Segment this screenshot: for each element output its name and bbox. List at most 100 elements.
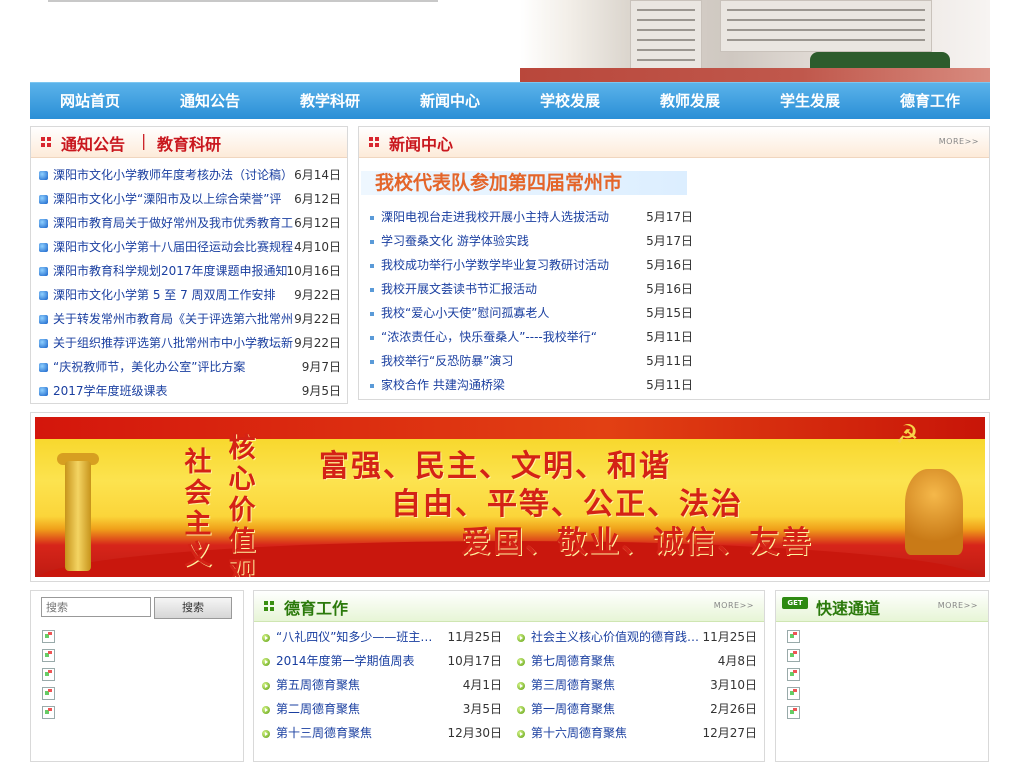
broken-image-icon[interactable] [786, 705, 800, 719]
notice-item[interactable]: 溧阳市教育科学规划2017年度课题申报通知 10月16日 [31, 259, 347, 283]
nav-notices[interactable]: 通知公告 [150, 83, 270, 119]
moral-link[interactable]: 第七周德育聚焦 [531, 649, 701, 673]
banner-vertical-char: 主 [184, 509, 212, 540]
banner-vertical-char: 社 [184, 447, 212, 478]
news-link[interactable]: 学习蚕桑文化 游学体验实践 [381, 229, 641, 253]
notices-panel: 通知公告 | 教育科研 溧阳市文化小学教师年度考核办法（讨论稿） 6月14日 溧阳市… [30, 126, 348, 404]
moral-date: 4月1日 [462, 678, 502, 692]
search-input[interactable] [41, 597, 151, 617]
nav-teaching-research[interactable]: 教学科研 [270, 83, 390, 119]
tab-research[interactable]: 教育科研 [157, 131, 221, 155]
news-date: 5月11日 [646, 378, 693, 392]
news-item[interactable]: 学习蚕桑文化 游学体验实践 5月17日 [359, 229, 989, 253]
notice-item[interactable]: 关于组织推荐评选第八批常州市中小学教坛新 9月22日 [31, 331, 347, 355]
news-link[interactable]: 我校开展文荟读书节汇报活动 [381, 277, 641, 301]
moral-item[interactable]: 第一周德育聚焦 2月26日 [509, 697, 764, 721]
moral-link[interactable]: 第十三周德育聚焦 [276, 721, 446, 745]
notice-link[interactable]: 溧阳市教育科学规划2017年度课题申报通知 [53, 259, 295, 283]
news-link[interactable]: 溧阳电视台走进我校开展小主持人选拔活动 [381, 205, 641, 229]
notice-link[interactable]: 溧阳市文化小学教师年度考核办法（讨论稿） [53, 163, 295, 187]
moral-item[interactable]: 第五周德育聚焦 4月1日 [254, 673, 509, 697]
moral-item[interactable]: 第十六周德育聚焦 12月27日 [509, 721, 764, 745]
moral-item[interactable]: “八礼四仪”知多少——班主… 11月25日 [254, 625, 509, 649]
grid-icon [41, 137, 51, 147]
notice-item[interactable]: “庆祝教师节，美化办公室”评比方案 9月7日 [31, 355, 347, 379]
bullet-icon [370, 216, 374, 220]
notice-item[interactable]: 溧阳市教育局关于做好常州及我市优秀教育工 6月12日 [31, 211, 347, 235]
notice-link[interactable]: 溧阳市文化小学第十八届田径运动会比赛规程 [53, 235, 295, 259]
news-link[interactable]: 我校成功举行小学数学毕业复习教研讨活动 [381, 253, 641, 277]
bullet-icon [39, 171, 48, 180]
news-link[interactable]: 我校“爱心小天使”慰问孤寡老人 [381, 301, 641, 325]
notice-link[interactable]: 关于转发常州市教育局《关于评选第六批常州 [53, 307, 295, 331]
nav-home[interactable]: 网站首页 [30, 83, 150, 119]
search-button[interactable]: 搜索 [154, 597, 232, 619]
news-item[interactable]: “浓浓责任心，快乐蚕桑人”----我校举行“ 5月11日 [359, 325, 989, 349]
notice-item[interactable]: 溧阳市文化小学第十八届田径运动会比赛规程 4月10日 [31, 235, 347, 259]
moral-link[interactable]: 第十六周德育聚焦 [531, 721, 701, 745]
nav-school-development[interactable]: 学校发展 [510, 83, 630, 119]
notice-link[interactable]: 2017学年度班级课表 [53, 379, 295, 403]
moral-link[interactable]: “八礼四仪”知多少——班主… [276, 625, 446, 649]
moral-item[interactable]: 第七周德育聚焦 4月8日 [509, 649, 764, 673]
news-headline[interactable]: 我校代表队参加第四届常州市 [361, 171, 687, 195]
nav-news[interactable]: 新闻中心 [390, 83, 510, 119]
news-item[interactable]: 我校“爱心小天使”慰问孤寡老人 5月15日 [359, 301, 989, 325]
arrow-bullet-icon [517, 730, 525, 738]
broken-image-icon[interactable] [786, 629, 800, 643]
moral-date: 3月5日 [462, 702, 502, 716]
broken-image-icon[interactable] [41, 667, 55, 681]
news-link[interactable]: 家校合作 共建沟通桥梁 [381, 373, 641, 397]
news-item[interactable]: 我校举行“反恐防暴”演习 5月11日 [359, 349, 989, 373]
notice-item[interactable]: 关于转发常州市教育局《关于评选第六批常州 9月22日 [31, 307, 347, 331]
notice-link[interactable]: “庆祝教师节，美化办公室”评比方案 [53, 355, 295, 379]
broken-image-icon[interactable] [786, 648, 800, 662]
broken-image-icon[interactable] [41, 686, 55, 700]
arrow-bullet-icon [517, 682, 525, 690]
notice-item[interactable]: 2017学年度班级课表 9月5日 [31, 379, 347, 403]
notice-date: 9月7日 [301, 360, 341, 374]
broken-image-icon[interactable] [41, 629, 55, 643]
notice-item[interactable]: 溧阳市文化小学教师年度考核办法（讨论稿） 6月14日 [31, 163, 347, 187]
tab-notices[interactable]: 通知公告 [61, 131, 125, 155]
moral-item[interactable]: 第二周德育聚焦 3月5日 [254, 697, 509, 721]
moral-link[interactable]: 第五周德育聚焦 [276, 673, 446, 697]
news-item[interactable]: 我校成功举行小学数学毕业复习教研讨活动 5月16日 [359, 253, 989, 277]
moral-item[interactable]: 社会主义核心价值观的德育践… 11月25日 [509, 625, 764, 649]
moral-item[interactable]: 2014年度第一学期值周表 10月17日 [254, 649, 509, 673]
moral-date: 12月27日 [702, 726, 757, 740]
notice-item[interactable]: 溧阳市文化小学“溧阳市及以上综合荣誉”评 6月12日 [31, 187, 347, 211]
news-link[interactable]: 我校举行“反恐防暴”演习 [381, 349, 641, 373]
quick-more-link[interactable]: MORE>> [938, 601, 978, 610]
notice-date: 9月22日 [294, 288, 341, 302]
notice-link[interactable]: 关于组织推荐评选第八批常州市中小学教坛新 [53, 331, 295, 355]
nav-student-development[interactable]: 学生发展 [750, 83, 870, 119]
broken-image-icon[interactable] [41, 648, 55, 662]
arrow-bullet-icon [262, 706, 270, 714]
moral-link[interactable]: 第二周德育聚焦 [276, 697, 446, 721]
notice-link[interactable]: 溧阳市文化小学第 5 至 7 周双周工作安排 [53, 283, 295, 307]
news-item[interactable]: 溧阳电视台走进我校开展小主持人选拔活动 5月17日 [359, 205, 989, 229]
broken-image-icon[interactable] [786, 667, 800, 681]
news-title: 新闻中心 [389, 135, 454, 154]
notice-link[interactable]: 溧阳市文化小学“溧阳市及以上综合荣誉”评 [53, 187, 295, 211]
notice-link[interactable]: 溧阳市教育局关于做好常州及我市优秀教育工 [53, 211, 295, 235]
moral-link[interactable]: 第一周德育聚焦 [531, 697, 701, 721]
news-item[interactable]: 我校开展文荟读书节汇报活动 5月16日 [359, 277, 989, 301]
nav-moral-education[interactable]: 德育工作 [870, 83, 990, 119]
broken-image-icon[interactable] [41, 705, 55, 719]
moral-link[interactable]: 社会主义核心价值观的德育践… [531, 625, 701, 649]
nav-teacher-development[interactable]: 教师发展 [630, 83, 750, 119]
news-link[interactable]: “浓浓责任心，快乐蚕桑人”----我校举行“ [381, 325, 641, 349]
get-badge-icon: GET [782, 597, 808, 609]
news-item[interactable]: 家校合作 共建沟通桥梁 5月11日 [359, 373, 989, 397]
moral-link[interactable]: 第三周德育聚焦 [531, 673, 701, 697]
moral-item[interactable]: 第十三周德育聚焦 12月30日 [254, 721, 509, 745]
moral-item[interactable]: 第三周德育聚焦 3月10日 [509, 673, 764, 697]
broken-image-icon[interactable] [786, 686, 800, 700]
moral-link[interactable]: 2014年度第一学期值周表 [276, 649, 446, 673]
news-more-link[interactable]: MORE>> [939, 137, 979, 146]
moral-more-link[interactable]: MORE>> [714, 601, 754, 610]
notice-item[interactable]: 溧阳市文化小学第 5 至 7 周双周工作安排 9月22日 [31, 283, 347, 307]
banner-frame: 社会主义 核心价值观 富强、民主、文明、和谐 自由、平等、公正、法治 爱国、敬业… [30, 412, 990, 582]
